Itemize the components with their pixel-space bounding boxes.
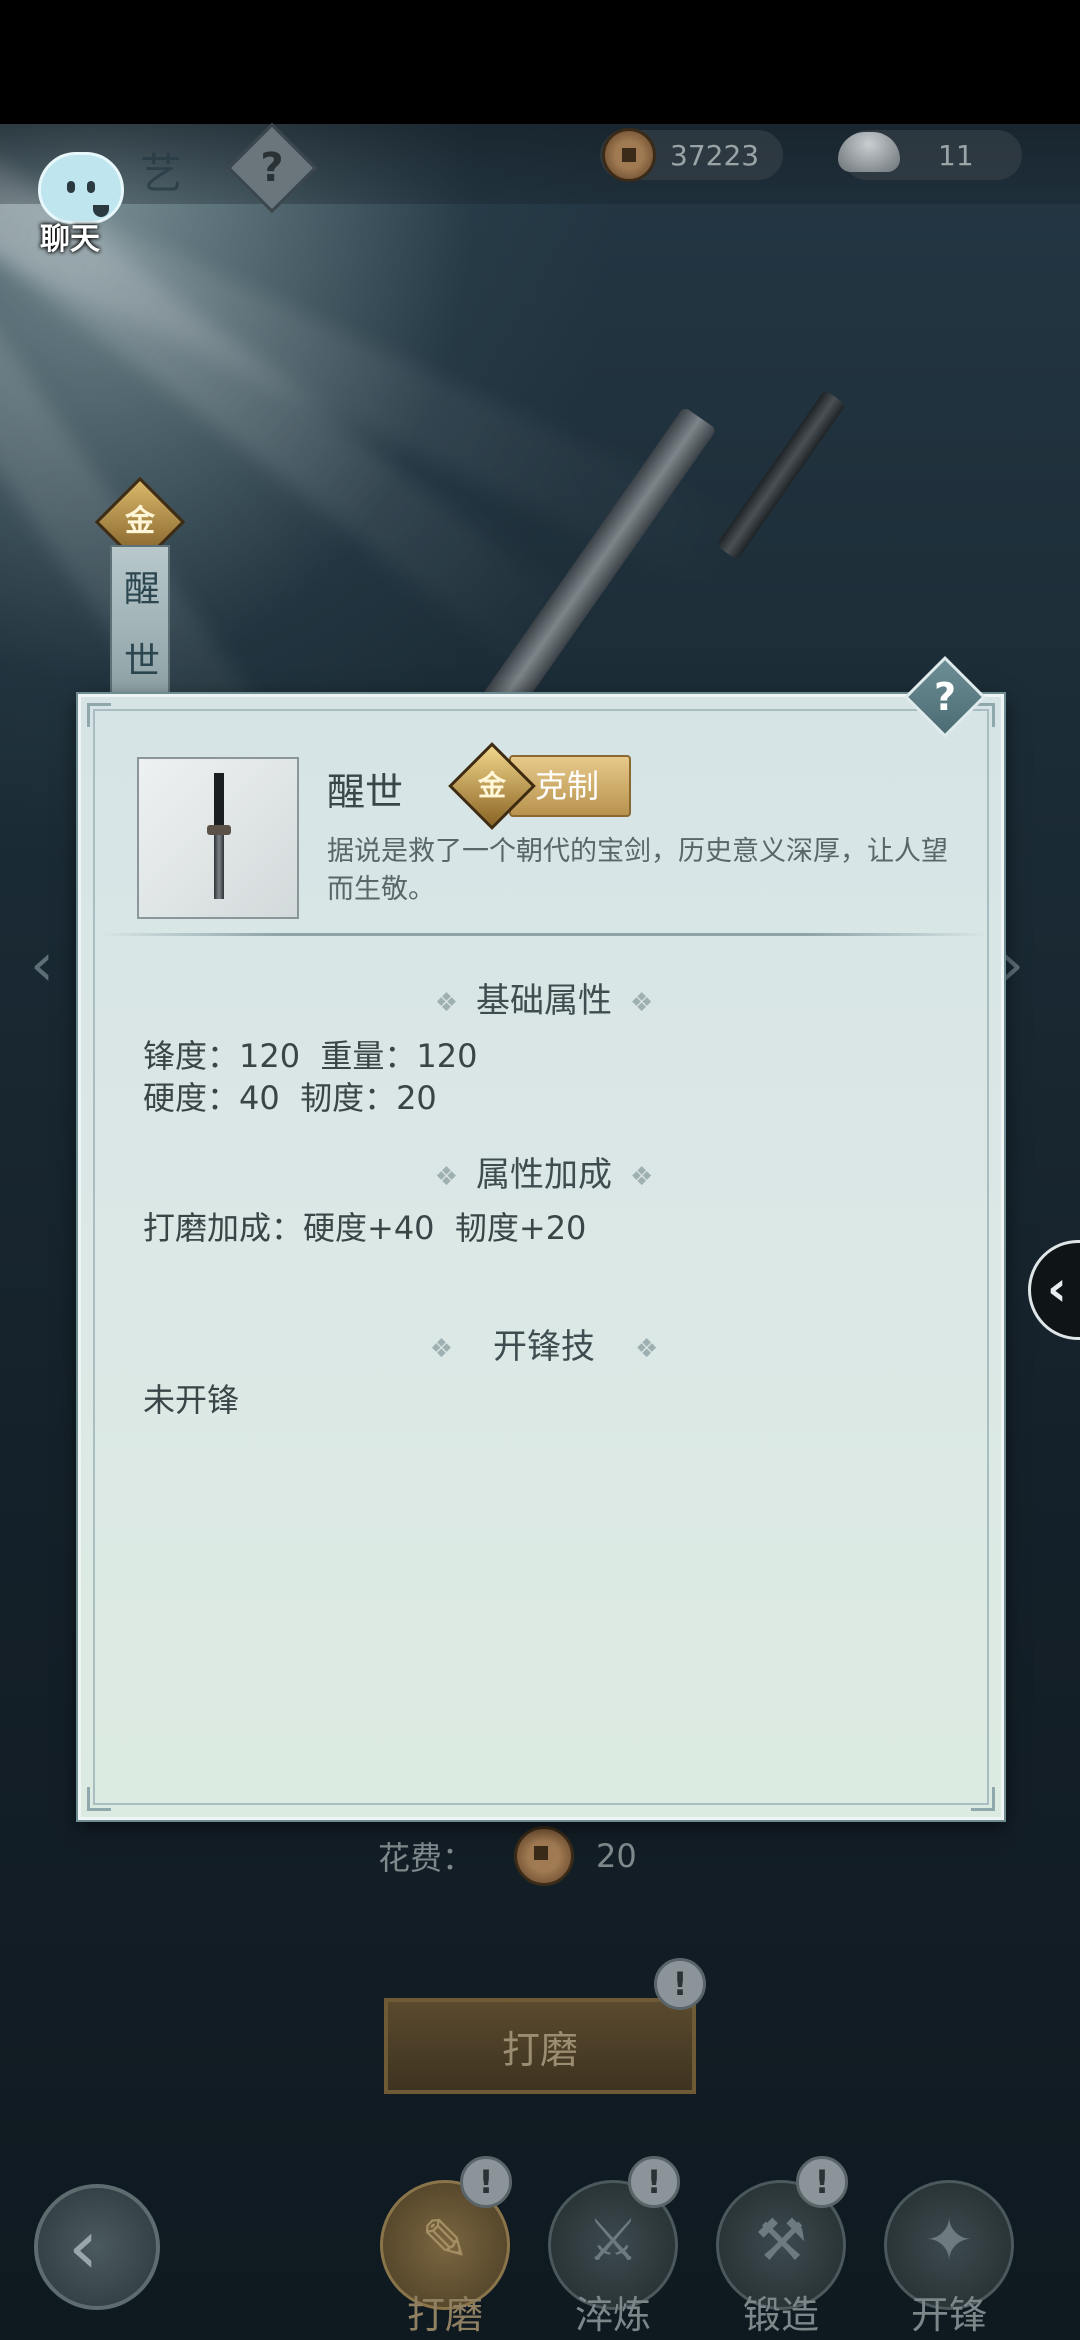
element-char: 金	[477, 769, 506, 802]
tab-sharpen[interactable]: ✦ 开锋	[884, 2180, 1018, 2340]
shuriken-icon: ✦	[924, 2206, 974, 2274]
sword-hilt	[214, 773, 224, 829]
back-arrow-icon: ‹	[68, 2202, 99, 2291]
bonus-stats-line: 打磨加成：硬度+40 韧度+20	[143, 1209, 587, 1247]
sword-guard	[207, 825, 231, 835]
corner-ornament	[87, 703, 111, 727]
tab-label: 淬炼	[574, 2293, 651, 2337]
chevron-left-icon: ‹	[1047, 1261, 1067, 1317]
banner-char: 醒	[123, 569, 160, 610]
grindstone-icon: ✎	[420, 2206, 470, 2274]
section-basic-attributes: ❖ 基础属性 ❖	[81, 973, 1007, 1022]
prev-weapon-arrow-icon[interactable]: ‹	[30, 930, 54, 1000]
corner-ornament	[87, 1787, 111, 1811]
tab-grind-alert-icon: !	[460, 2156, 512, 2208]
back-button[interactable]: ‹	[34, 2184, 160, 2310]
basic-stats-line-1: 锋度：120 重量：120	[143, 1037, 478, 1075]
diamond-ornament-icon: ❖	[434, 1161, 458, 1192]
weapon-name: 醒世	[327, 770, 404, 814]
status-bar	[0, 0, 1080, 124]
anvil-icon: ⚒	[755, 2206, 807, 2274]
divider	[101, 933, 987, 936]
grind-button[interactable]: 打磨	[384, 1998, 696, 2094]
chat-button[interactable]: 聊天	[20, 148, 130, 258]
cost-amount: 20	[596, 1837, 637, 1875]
section-title-text: 开锋技	[493, 1327, 595, 1367]
silver-ingot-icon	[838, 132, 900, 172]
weapon-thumbnail	[137, 757, 299, 919]
section-title-text: 属性加成	[476, 1155, 612, 1195]
silver-currency: 11	[838, 130, 1022, 180]
tab-label: 开锋	[910, 2293, 987, 2337]
corner-ornament	[971, 1787, 995, 1811]
section-sharpen-skill: ❖ 开锋技 ❖	[81, 1319, 1007, 1368]
badge-char: 金	[125, 504, 155, 539]
diamond-ornament-icon: ❖	[429, 1333, 453, 1364]
question-mark-icon: ?	[933, 675, 957, 719]
section-title-text: 基础属性	[476, 981, 612, 1021]
diamond-ornament-icon: ❖	[434, 987, 458, 1018]
skill-status: 未开锋	[143, 1381, 240, 1419]
counter-badge[interactable]: 金 克制	[448, 742, 632, 830]
copper-coin-icon	[514, 1826, 575, 1886]
copper-coin-icon	[602, 128, 656, 182]
crossed-swords-icon: ⚔	[587, 2206, 639, 2274]
diamond-ornament-icon: ❖	[635, 1333, 659, 1364]
section-attribute-bonus: ❖ 属性加成 ❖	[81, 1147, 1007, 1196]
grind-button-label: 打磨	[501, 2027, 578, 2072]
tab-forge-alert-icon: !	[796, 2156, 848, 2208]
diamond-ornament-icon: ❖	[630, 987, 654, 1018]
tab-temper-alert-icon: !	[628, 2156, 680, 2208]
hud-title: 艺	[140, 149, 183, 198]
tab-label: 打磨	[406, 2293, 483, 2337]
grind-alert-icon: !	[654, 1958, 706, 2010]
cost-row: 花费： 20	[378, 1826, 637, 1886]
copper-currency: 37223	[600, 128, 784, 182]
cost-label: 花费：	[378, 1839, 475, 1877]
banner-char: 世	[123, 641, 160, 682]
weapon-name-banner: 醒 世	[110, 545, 170, 695]
weapon-description: 据说是救了一个朝代的宝剑，历史意义深厚，让人望而生敬。	[327, 836, 948, 905]
weapon-detail-modal: 醒世 金 克制 据说是救了一个朝代的宝剑，历史意义深厚，让人望而生敬。 ❖ 基础属…	[78, 694, 1004, 1820]
tab-label: 锻造	[742, 2293, 819, 2337]
diamond-ornament-icon: ❖	[630, 1161, 654, 1192]
question-mark-icon: ?	[260, 145, 284, 191]
chat-label: 聊天	[40, 222, 100, 257]
basic-stats-line-2: 硬度：40 韧度：20	[143, 1079, 437, 1117]
